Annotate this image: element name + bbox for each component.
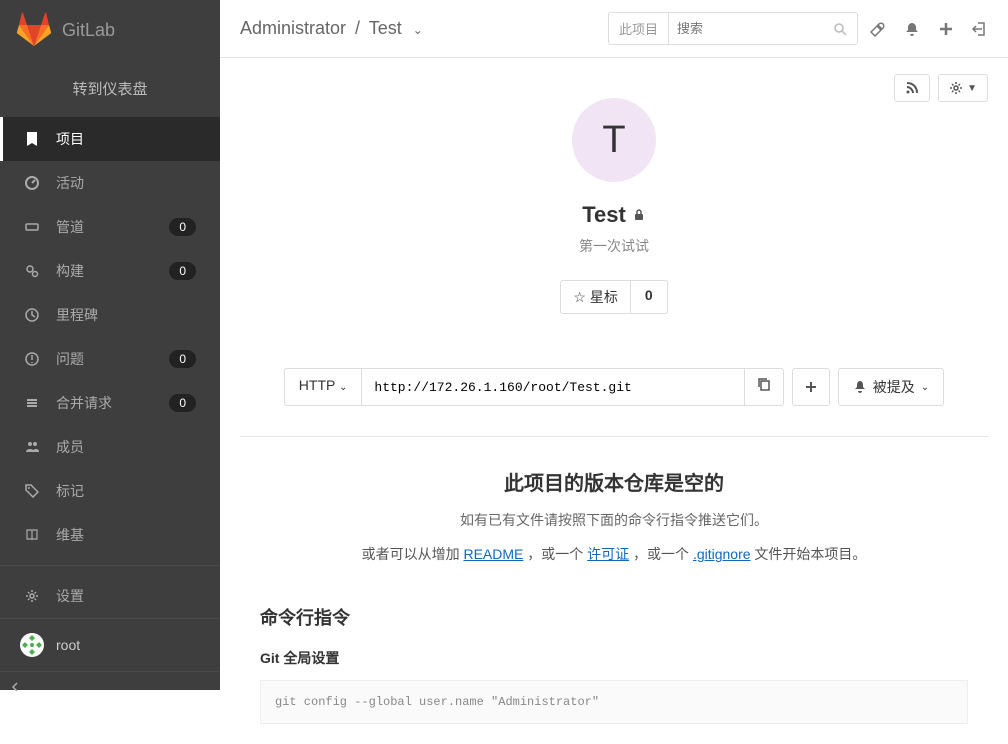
sidebar-item-label: 合并请求	[56, 393, 169, 413]
sidebar-item-label: 问题	[56, 349, 169, 369]
search-group: 此项目	[608, 12, 858, 45]
empty-links: 或者可以从增加 README ，或一个 许可证 ，或一个 .gitignore …	[260, 544, 968, 564]
sidebar: GitLab 转到仪表盘 项目 活动 管道 0 构建 0 里程碑 问题 0	[0, 0, 220, 690]
topbar-icons	[870, 21, 988, 37]
lock-icon	[632, 208, 646, 222]
wrench-icon[interactable]	[870, 21, 886, 37]
sidebar-item-activity[interactable]: 活动	[0, 161, 220, 205]
breadcrumb-project: Test	[369, 18, 402, 38]
plus-icon	[805, 381, 817, 393]
sidebar-item-label: 维基	[56, 525, 196, 545]
project-header: T Test 第一次试试 ☆ 星标 0	[240, 78, 988, 344]
brand-name: GitLab	[62, 20, 115, 41]
notification-dropdown[interactable]: 被提及 ⌄	[838, 368, 944, 406]
gear-icon	[949, 81, 963, 95]
cmd-title: 命令行指令	[260, 604, 968, 630]
book-icon	[24, 528, 40, 542]
settings-button[interactable]: ▼	[938, 74, 988, 102]
chevron-down-icon: ⌄	[921, 382, 929, 393]
license-link[interactable]: 许可证	[587, 546, 629, 562]
sidebar-nav: 项目 活动 管道 0 构建 0 里程碑 问题 0 合并请求 0	[0, 117, 220, 618]
sidebar-item-label: 项目	[56, 129, 196, 149]
sidebar-item-label: 管道	[56, 217, 169, 237]
star-icon: ☆	[573, 289, 586, 306]
sidebar-item-label: 成员	[56, 437, 196, 457]
search-icon[interactable]	[823, 22, 857, 36]
clone-row: HTTP ⌄ 被提及 ⌄	[240, 368, 988, 436]
sidebar-item-project[interactable]: 项目	[0, 117, 220, 161]
sidebar-item-milestones[interactable]: 里程碑	[0, 293, 220, 337]
sidebar-item-label: 设置	[56, 586, 196, 606]
bell-icon[interactable]	[904, 21, 920, 37]
sidebar-item-label: 活动	[56, 173, 196, 193]
search-input[interactable]	[669, 15, 823, 42]
project-name: Test	[240, 202, 988, 228]
chevron-down-icon: ⌄	[339, 382, 347, 393]
sidebar-user[interactable]: root	[0, 618, 220, 671]
project-avatar: T	[572, 98, 656, 182]
sidebar-badge: 0	[169, 350, 196, 368]
merge-icon	[24, 396, 40, 410]
copy-button[interactable]	[745, 368, 784, 406]
clone-protocol-dropdown[interactable]: HTTP ⌄	[284, 368, 362, 406]
sidebar-item-builds[interactable]: 构建 0	[0, 249, 220, 293]
sidebar-item-settings[interactable]: 设置	[0, 574, 220, 618]
main: Administrator / Test ⌄ 此项目 ▼ T Test	[220, 0, 1008, 744]
empty-subtitle: 如有已有文件请按照下面的命令行指令推送它们。	[260, 510, 968, 530]
clone-url-input[interactable]	[361, 368, 744, 406]
sidebar-divider	[0, 565, 220, 566]
breadcrumb-owner: Administrator	[240, 18, 346, 38]
rss-icon	[905, 81, 919, 95]
user-name: root	[56, 637, 80, 653]
gears-icon	[24, 264, 40, 278]
git-global-label: Git 全局设置	[260, 648, 968, 668]
sidebar-item-label: 里程碑	[56, 305, 196, 325]
sidebar-item-wiki[interactable]: 维基	[0, 513, 220, 557]
copy-icon	[757, 377, 771, 391]
sidebar-badge: 0	[169, 394, 196, 412]
sidebar-badge: 0	[169, 218, 196, 236]
search-scope[interactable]: 此项目	[609, 13, 669, 44]
star-count: 0	[631, 280, 668, 314]
dashboard-icon	[24, 176, 40, 190]
empty-repo: 此项目的版本仓库是空的 如有已有文件请按照下面的命令行指令推送它们。 或者可以从…	[240, 436, 988, 724]
sidebar-item-label: 构建	[56, 261, 169, 281]
topbar: Administrator / Test ⌄ 此项目	[220, 0, 1008, 58]
gear-icon	[24, 589, 40, 603]
gitignore-link[interactable]: .gitignore	[693, 546, 751, 562]
clock-icon	[24, 308, 40, 322]
content: ▼ T Test 第一次试试 ☆ 星标 0 HTTP ⌄	[220, 58, 1008, 744]
exclamation-icon	[24, 352, 40, 366]
sidebar-item-labels[interactable]: 标记	[0, 469, 220, 513]
star-group: ☆ 星标 0	[560, 280, 667, 314]
empty-title: 此项目的版本仓库是空的	[260, 467, 968, 496]
sidebar-header[interactable]: GitLab	[0, 0, 220, 60]
star-button[interactable]: ☆ 星标	[560, 280, 631, 314]
sidebar-item-members[interactable]: 成员	[0, 425, 220, 469]
rss-button[interactable]	[894, 74, 930, 102]
bookmark-icon	[24, 132, 40, 146]
content-toolbar: ▼	[894, 74, 988, 102]
pipeline-icon	[24, 220, 40, 234]
goto-dashboard[interactable]: 转到仪表盘	[0, 60, 220, 117]
plus-icon[interactable]	[938, 21, 954, 37]
git-cmd-block[interactable]: git config --global user.name "Administr…	[260, 680, 968, 724]
bell-icon	[853, 380, 867, 394]
sidebar-item-label: 标记	[56, 481, 196, 501]
sidebar-item-pipelines[interactable]: 管道 0	[0, 205, 220, 249]
add-button[interactable]	[792, 368, 830, 406]
readme-link[interactable]: README	[463, 546, 523, 562]
project-description: 第一次试试	[240, 236, 988, 256]
chevron-down-icon: ⌄	[413, 23, 423, 37]
breadcrumb[interactable]: Administrator / Test ⌄	[240, 18, 608, 39]
sidebar-item-merge[interactable]: 合并请求 0	[0, 381, 220, 425]
users-icon	[24, 440, 40, 454]
sidebar-item-issues[interactable]: 问题 0	[0, 337, 220, 381]
gitlab-logo-icon	[16, 12, 52, 48]
user-avatar-icon	[20, 633, 44, 657]
sidebar-badge: 0	[169, 262, 196, 280]
signout-icon[interactable]	[972, 21, 988, 37]
breadcrumb-sep: /	[355, 18, 360, 38]
tags-icon	[24, 484, 40, 498]
